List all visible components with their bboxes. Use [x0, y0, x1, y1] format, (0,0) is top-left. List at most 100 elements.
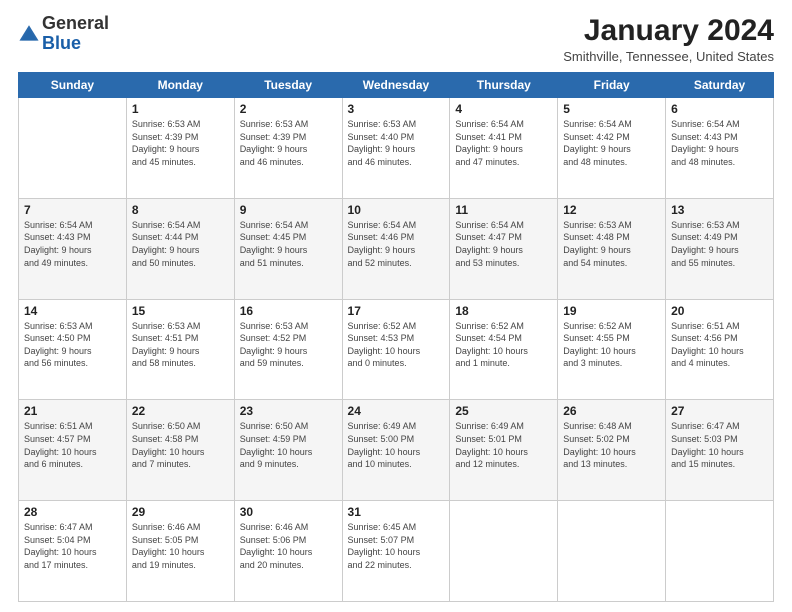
day-number: 2: [240, 102, 337, 116]
calendar-dow-monday: Monday: [126, 73, 234, 98]
day-info: Sunrise: 6:49 AM Sunset: 5:00 PM Dayligh…: [348, 420, 445, 470]
calendar-week-1: 1 Sunrise: 6:53 AM Sunset: 4:39 PM Daylig…: [19, 98, 774, 199]
calendar-cell: 27 Sunrise: 6:47 AM Sunset: 5:03 PM Dayli…: [666, 400, 774, 501]
day-number: 19: [563, 304, 660, 318]
day-info: Sunrise: 6:54 AM Sunset: 4:46 PM Dayligh…: [348, 219, 445, 269]
calendar-table: SundayMondayTuesdayWednesdayThursdayFrid…: [18, 72, 774, 602]
calendar-cell: 17 Sunrise: 6:52 AM Sunset: 4:53 PM Dayli…: [342, 299, 450, 400]
day-info: Sunrise: 6:49 AM Sunset: 5:01 PM Dayligh…: [455, 420, 552, 470]
calendar-cell: 2Sunrise: 6:53 AM Sunset: 4:39 PM Daylig…: [234, 98, 342, 199]
day-number: 12: [563, 203, 660, 217]
day-info: Sunrise: 6:52 AM Sunset: 4:53 PM Dayligh…: [348, 320, 445, 370]
day-number: 30: [240, 505, 337, 519]
day-info: Sunrise: 6:45 AM Sunset: 5:07 PM Dayligh…: [348, 521, 445, 571]
calendar-cell: 15 Sunrise: 6:53 AM Sunset: 4:51 PM Dayli…: [126, 299, 234, 400]
month-year: January 2024: [563, 14, 774, 47]
calendar-cell: 25 Sunrise: 6:49 AM Sunset: 5:01 PM Dayli…: [450, 400, 558, 501]
day-number: 20: [671, 304, 768, 318]
day-info: Sunrise: 6:53 AM Sunset: 4:40 PM Dayligh…: [348, 118, 445, 168]
day-info: Sunrise: 6:53 AM Sunset: 4:39 PM Dayligh…: [132, 118, 229, 168]
calendar-cell: 20 Sunrise: 6:51 AM Sunset: 4:56 PM Dayli…: [666, 299, 774, 400]
day-number: 10: [348, 203, 445, 217]
calendar-cell: 10 Sunrise: 6:54 AM Sunset: 4:46 PM Dayli…: [342, 198, 450, 299]
calendar-cell: 5Sunrise: 6:54 AM Sunset: 4:42 PM Daylig…: [558, 98, 666, 199]
calendar-dow-wednesday: Wednesday: [342, 73, 450, 98]
logo-general: General: [42, 13, 109, 33]
day-number: 1: [132, 102, 229, 116]
page: General Blue January 2024 Smithville, Te…: [0, 0, 792, 612]
calendar-cell: 9 Sunrise: 6:54 AM Sunset: 4:45 PM Daylig…: [234, 198, 342, 299]
day-number: 9: [240, 203, 337, 217]
calendar-cell: 16 Sunrise: 6:53 AM Sunset: 4:52 PM Dayli…: [234, 299, 342, 400]
calendar-dow-tuesday: Tuesday: [234, 73, 342, 98]
logo-text: General Blue: [42, 14, 109, 54]
calendar-cell: 29Sunrise: 6:46 AM Sunset: 5:05 PM Dayli…: [126, 501, 234, 602]
calendar-cell: 14 Sunrise: 6:53 AM Sunset: 4:50 PM Dayli…: [19, 299, 127, 400]
calendar-cell: 26 Sunrise: 6:48 AM Sunset: 5:02 PM Dayli…: [558, 400, 666, 501]
day-number: 6: [671, 102, 768, 116]
day-number: 7: [24, 203, 121, 217]
day-info: Sunrise: 6:47 AM Sunset: 5:03 PM Dayligh…: [671, 420, 768, 470]
day-number: 11: [455, 203, 552, 217]
day-number: 26: [563, 404, 660, 418]
day-info: Sunrise: 6:48 AM Sunset: 5:02 PM Dayligh…: [563, 420, 660, 470]
day-info: Sunrise: 6:50 AM Sunset: 4:58 PM Dayligh…: [132, 420, 229, 470]
day-info: Sunrise: 6:53 AM Sunset: 4:48 PM Dayligh…: [563, 219, 660, 269]
calendar-cell: 30Sunrise: 6:46 AM Sunset: 5:06 PM Dayli…: [234, 501, 342, 602]
day-number: 22: [132, 404, 229, 418]
calendar-cell: 1 Sunrise: 6:53 AM Sunset: 4:39 PM Daylig…: [126, 98, 234, 199]
calendar-week-2: 7 Sunrise: 6:54 AM Sunset: 4:43 PM Daylig…: [19, 198, 774, 299]
location: Smithville, Tennessee, United States: [563, 49, 774, 64]
calendar-dow-sunday: Sunday: [19, 73, 127, 98]
day-info: Sunrise: 6:54 AM Sunset: 4:43 PM Dayligh…: [671, 118, 768, 168]
calendar-cell: [19, 98, 127, 199]
calendar-cell: 31 Sunrise: 6:45 AM Sunset: 5:07 PM Dayli…: [342, 501, 450, 602]
day-number: 16: [240, 304, 337, 318]
calendar-cell: [666, 501, 774, 602]
calendar-cell: 28Sunrise: 6:47 AM Sunset: 5:04 PM Dayli…: [19, 501, 127, 602]
calendar-cell: 23 Sunrise: 6:50 AM Sunset: 4:59 PM Dayli…: [234, 400, 342, 501]
header: General Blue January 2024 Smithville, Te…: [18, 14, 774, 64]
day-info: Sunrise: 6:53 AM Sunset: 4:49 PM Dayligh…: [671, 219, 768, 269]
calendar-dow-thursday: Thursday: [450, 73, 558, 98]
day-number: 27: [671, 404, 768, 418]
calendar-cell: 3Sunrise: 6:53 AM Sunset: 4:40 PM Daylig…: [342, 98, 450, 199]
day-info: Sunrise: 6:53 AM Sunset: 4:51 PM Dayligh…: [132, 320, 229, 370]
title-block: January 2024 Smithville, Tennessee, Unit…: [563, 14, 774, 64]
day-number: 31: [348, 505, 445, 519]
day-number: 4: [455, 102, 552, 116]
day-info: Sunrise: 6:52 AM Sunset: 4:55 PM Dayligh…: [563, 320, 660, 370]
calendar-cell: 8Sunrise: 6:54 AM Sunset: 4:44 PM Daylig…: [126, 198, 234, 299]
day-number: 17: [348, 304, 445, 318]
day-info: Sunrise: 6:46 AM Sunset: 5:05 PM Dayligh…: [132, 521, 229, 571]
calendar-week-5: 28Sunrise: 6:47 AM Sunset: 5:04 PM Dayli…: [19, 501, 774, 602]
day-number: 18: [455, 304, 552, 318]
day-number: 13: [671, 203, 768, 217]
day-info: Sunrise: 6:54 AM Sunset: 4:45 PM Dayligh…: [240, 219, 337, 269]
day-number: 14: [24, 304, 121, 318]
calendar-cell: 21Sunrise: 6:51 AM Sunset: 4:57 PM Dayli…: [19, 400, 127, 501]
day-number: 21: [24, 404, 121, 418]
calendar-cell: 7 Sunrise: 6:54 AM Sunset: 4:43 PM Daylig…: [19, 198, 127, 299]
day-number: 23: [240, 404, 337, 418]
day-info: Sunrise: 6:53 AM Sunset: 4:50 PM Dayligh…: [24, 320, 121, 370]
calendar-cell: 13 Sunrise: 6:53 AM Sunset: 4:49 PM Dayli…: [666, 198, 774, 299]
day-number: 8: [132, 203, 229, 217]
calendar-cell: 12 Sunrise: 6:53 AM Sunset: 4:48 PM Dayli…: [558, 198, 666, 299]
day-info: Sunrise: 6:54 AM Sunset: 4:43 PM Dayligh…: [24, 219, 121, 269]
day-info: Sunrise: 6:51 AM Sunset: 4:56 PM Dayligh…: [671, 320, 768, 370]
logo-icon: [18, 23, 40, 45]
day-info: Sunrise: 6:50 AM Sunset: 4:59 PM Dayligh…: [240, 420, 337, 470]
day-info: Sunrise: 6:54 AM Sunset: 4:42 PM Dayligh…: [563, 118, 660, 168]
calendar-header-row: SundayMondayTuesdayWednesdayThursdayFrid…: [19, 73, 774, 98]
day-number: 25: [455, 404, 552, 418]
calendar-cell: 6 Sunrise: 6:54 AM Sunset: 4:43 PM Daylig…: [666, 98, 774, 199]
calendar-cell: [450, 501, 558, 602]
calendar-cell: 22 Sunrise: 6:50 AM Sunset: 4:58 PM Dayli…: [126, 400, 234, 501]
calendar-week-4: 21Sunrise: 6:51 AM Sunset: 4:57 PM Dayli…: [19, 400, 774, 501]
calendar-cell: 19 Sunrise: 6:52 AM Sunset: 4:55 PM Dayli…: [558, 299, 666, 400]
day-number: 28: [24, 505, 121, 519]
day-number: 15: [132, 304, 229, 318]
day-info: Sunrise: 6:52 AM Sunset: 4:54 PM Dayligh…: [455, 320, 552, 370]
day-info: Sunrise: 6:53 AM Sunset: 4:52 PM Dayligh…: [240, 320, 337, 370]
